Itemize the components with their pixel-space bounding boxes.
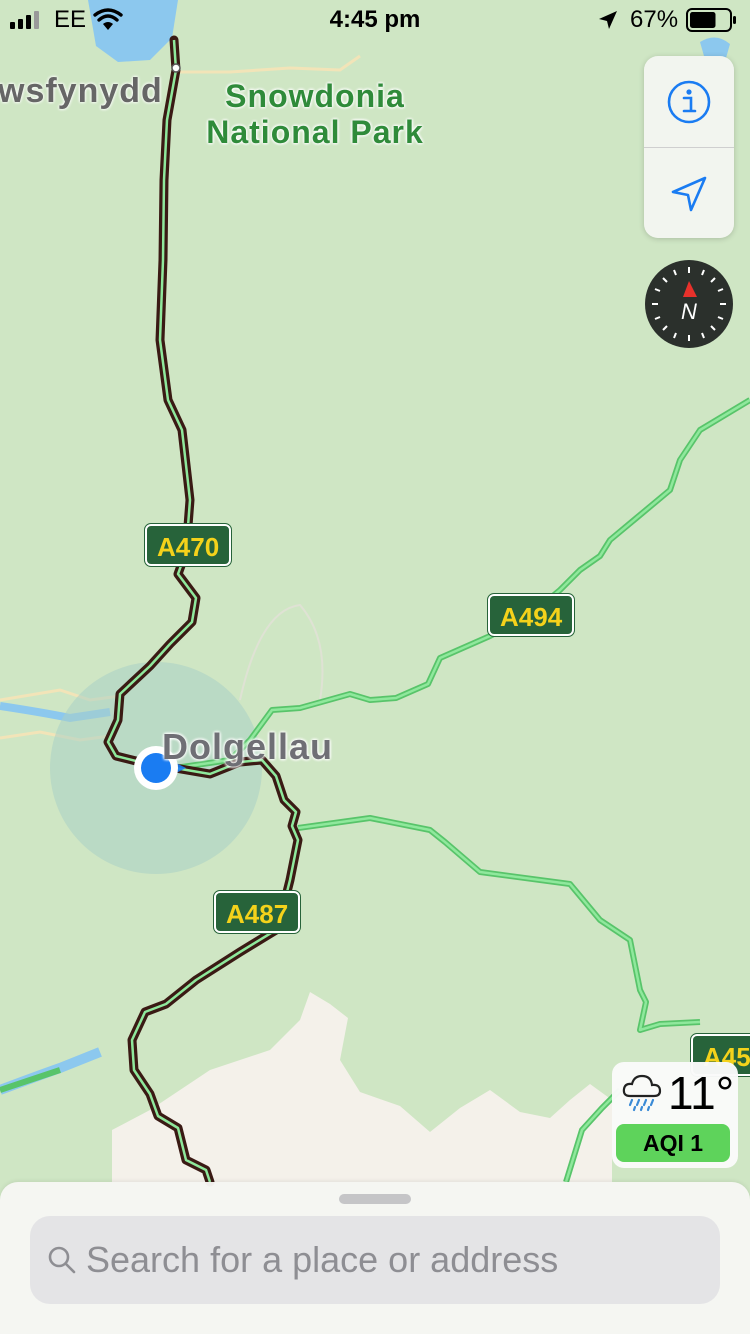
park-label[interactable]: Snowdonia National Park <box>190 78 440 150</box>
current-location-button[interactable] <box>644 148 734 239</box>
battery-percentage: 67% <box>630 6 679 33</box>
rain-cloud-icon <box>622 1074 662 1112</box>
bottom-sheet[interactable] <box>0 1182 750 1334</box>
map-controls <box>644 56 734 238</box>
road-shield-a487[interactable]: A487 <box>212 890 302 934</box>
road-shield-a494[interactable]: A494 <box>486 593 576 637</box>
town-label-partial[interactable]: wsfynydd <box>0 72 163 111</box>
road-shield-a470[interactable]: A470 <box>143 523 233 567</box>
compass-letter: N <box>681 299 697 324</box>
search-icon <box>48 1246 76 1274</box>
search-bar[interactable] <box>30 1216 720 1304</box>
aqi-badge: AQI 1 <box>616 1124 730 1162</box>
search-input[interactable] <box>86 1216 706 1304</box>
battery-icon <box>686 8 736 32</box>
weather-widget[interactable]: 11° AQI 1 <box>612 1062 738 1168</box>
temperature: 11° <box>668 1067 735 1119</box>
park-label-line2: National Park <box>206 114 424 150</box>
location-arrow-icon <box>671 176 707 211</box>
status-bar: EE 4:45 pm 67% <box>0 0 750 40</box>
compass-button[interactable]: N <box>644 259 734 349</box>
info-button[interactable] <box>644 56 734 147</box>
info-icon <box>667 80 711 123</box>
park-label-line1: Snowdonia <box>225 78 405 114</box>
sheet-grabber[interactable] <box>339 1194 411 1204</box>
town-label-dolgellau[interactable]: Dolgellau <box>162 726 333 768</box>
compass-icon: N <box>645 260 733 348</box>
location-services-icon <box>599 11 617 29</box>
